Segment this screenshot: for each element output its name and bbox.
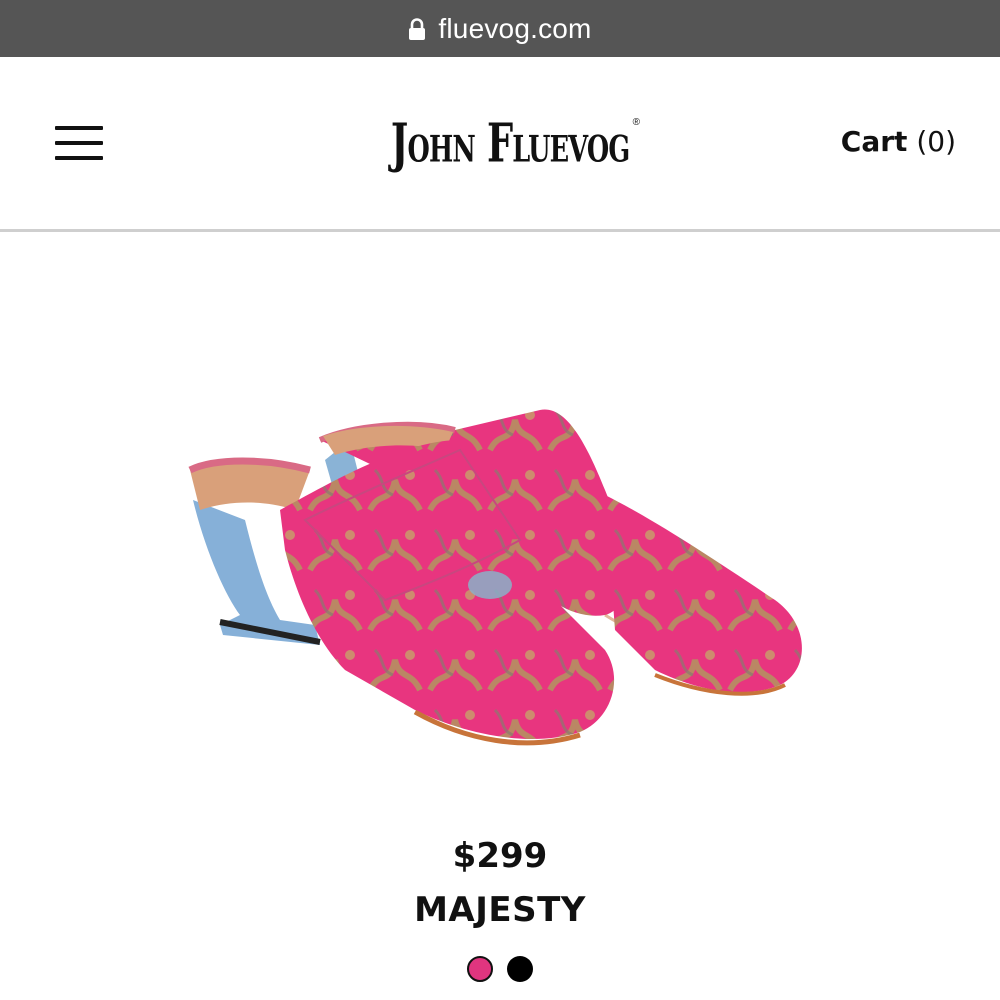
site-header: John Fluevog ® Cart (0) [0, 57, 1000, 232]
product-name[interactable]: MAJESTY [0, 890, 1000, 930]
swatch-black[interactable] [507, 956, 533, 982]
cart-count: (0) [916, 125, 956, 158]
product-image[interactable] [185, 400, 815, 770]
logo-text: John Fluevog [390, 111, 630, 175]
url-text[interactable]: fluevog.com [438, 13, 591, 45]
color-swatches [0, 956, 1000, 982]
swatch-pink[interactable] [467, 956, 493, 982]
cart-link[interactable]: Cart (0) [841, 125, 956, 158]
brand-logo[interactable]: John Fluevog ® [370, 103, 650, 183]
registered-mark: ® [632, 117, 640, 128]
hamburger-menu-icon[interactable] [55, 125, 105, 165]
lock-icon [408, 17, 426, 40]
browser-url-bar[interactable]: fluevog.com [0, 0, 1000, 57]
product-price: $299 [452, 836, 548, 876]
cart-label: Cart [840, 125, 908, 158]
